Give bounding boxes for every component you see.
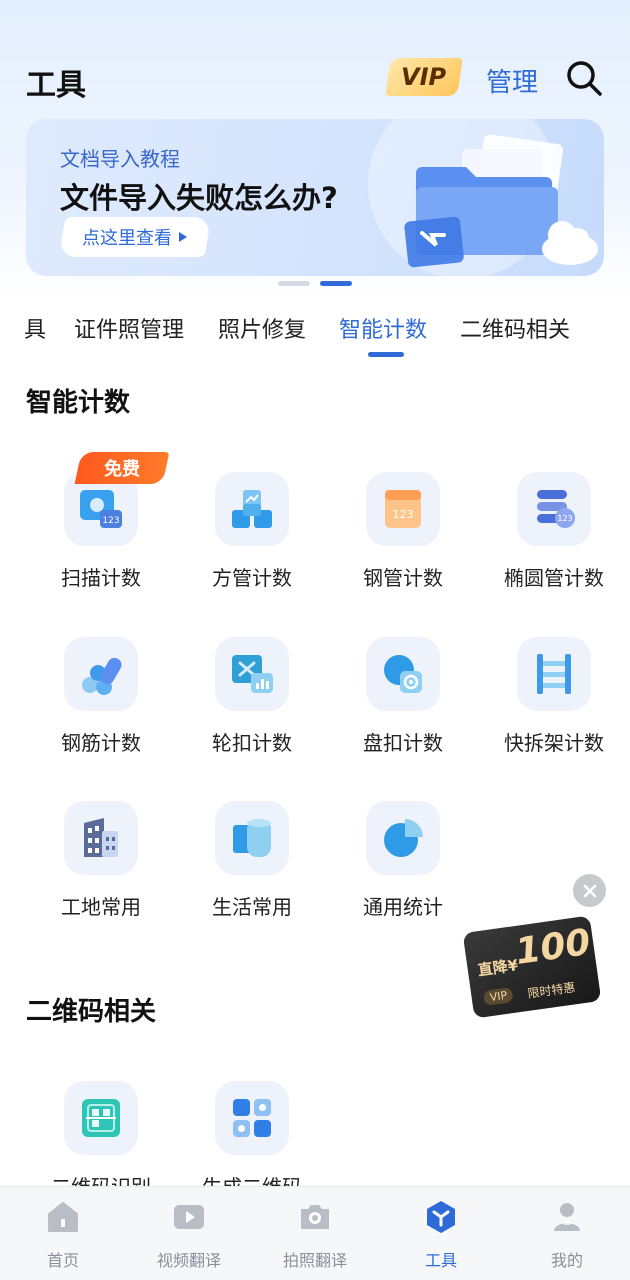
promo-amount: 100 [512, 921, 594, 973]
rebar-icon [82, 657, 122, 695]
oval-tube-icon: 123 [537, 490, 575, 528]
svg-text:123: 123 [393, 508, 414, 521]
banner-subtitle: 文档导入教程 [60, 147, 180, 171]
vip-button[interactable]: VIP [385, 58, 463, 96]
folder-illustration-icon [404, 134, 598, 268]
header: 工具 VIP 管理 [0, 48, 630, 108]
nav-label: 工具 [424, 1251, 457, 1270]
pagination-dot [278, 281, 310, 286]
home-icon [48, 1202, 78, 1232]
disc-buckle-icon [384, 655, 422, 693]
svg-text:123: 123 [102, 516, 119, 526]
promo-close-button[interactable] [573, 874, 606, 907]
tool-label: 钢筋计数 [61, 731, 141, 755]
building-icon [84, 818, 118, 857]
tutorial-banner[interactable]: 文档导入教程 文件导入失败怎么办? 点这里查看 [26, 119, 604, 276]
tool-steel-pipe-count[interactable]: 123 钢管计数 [328, 472, 478, 612]
nav-label: 拍照翻译 [282, 1251, 347, 1270]
vip-label: VIP [401, 63, 447, 91]
bottom-navigation: 首页 视频翻译 拍照翻译 工具 我的 [0, 1186, 630, 1280]
page-title: 工具 [26, 68, 86, 103]
active-tab-indicator [368, 352, 404, 357]
tool-construction-common[interactable]: 工地常用 [26, 801, 176, 941]
nav-tools[interactable]: 工具 [378, 1187, 504, 1280]
nav-home[interactable]: 首页 [0, 1187, 126, 1280]
tool-daily-common[interactable]: 生活常用 [177, 801, 327, 941]
tool-label: 扫描计数 [61, 566, 141, 590]
vip-discount-promo[interactable]: 直降¥ 100 VIP 限时特惠 [462, 915, 602, 1019]
pie-chart-icon [384, 819, 423, 857]
nav-label: 我的 [550, 1251, 583, 1270]
qr-generate-icon [233, 1099, 271, 1137]
tool-label: 生活常用 [212, 895, 292, 919]
pagination-dot-active [320, 281, 352, 286]
tab-qr-code[interactable]: 二维码相关 [460, 312, 570, 344]
nav-video-translate[interactable]: 视频翻译 [126, 1187, 252, 1280]
tool-square-tube-count[interactable]: 方管计数 [177, 472, 327, 612]
tool-general-stats[interactable]: 通用统计 [328, 801, 478, 941]
tool-label: 快拆架计数 [504, 731, 604, 755]
tool-label: 轮扣计数 [212, 731, 292, 755]
tool-disc-buckle-count[interactable]: 盘扣计数 [328, 637, 478, 777]
svg-text:123: 123 [557, 514, 572, 523]
tab-photo-repair[interactable]: 照片修复 [218, 312, 306, 344]
tab-smart-count[interactable]: 智能计数 [339, 312, 427, 344]
tool-label: 工地常用 [61, 895, 141, 919]
tool-scan-count[interactable]: 123 扫描计数 [26, 472, 176, 612]
tool-label: 椭圆管计数 [504, 566, 604, 590]
search-icon [567, 61, 602, 96]
tool-oval-tube-count[interactable]: 123 椭圆管计数 [479, 472, 629, 612]
steel-pipe-icon: 123 [385, 490, 421, 528]
section-title-smart-count: 智能计数 [26, 388, 131, 418]
video-icon [174, 1205, 204, 1229]
banner-pagination [278, 281, 358, 287]
nav-photo-translate[interactable]: 拍照翻译 [252, 1187, 378, 1280]
search-button[interactable] [562, 56, 606, 100]
free-badge: 免费 [74, 452, 170, 484]
qr-scan-icon [82, 1099, 120, 1137]
banner-button-label: 点这里查看 [82, 228, 172, 249]
nav-label: 首页 [46, 1251, 79, 1270]
free-badge-label: 免费 [104, 459, 140, 480]
banner-title: 文件导入失败怎么办? [60, 181, 338, 215]
tool-label: 方管计数 [212, 566, 292, 590]
scaffold-icon [537, 654, 571, 694]
tool-label: 通用统计 [363, 895, 443, 919]
manage-button[interactable]: 管理 [486, 62, 538, 99]
tool-rebar-count[interactable]: 钢筋计数 [26, 637, 176, 777]
tool-scaffold-count[interactable]: 快拆架计数 [479, 637, 629, 777]
tools-icon [427, 1201, 455, 1233]
promo-note: 限时特惠 [526, 980, 577, 1001]
scan-count-icon: 123 [80, 490, 122, 528]
tab-tools-partial[interactable]: 具 [24, 312, 46, 344]
banner-view-button[interactable]: 点这里查看 [58, 217, 212, 257]
wheel-buckle-icon [232, 655, 273, 693]
category-tabs: 具 证件照管理 照片修复 智能计数 二维码相关 [0, 308, 630, 358]
promo-prefix: 直降¥ [476, 956, 520, 980]
tab-id-photo[interactable]: 证件照管理 [74, 312, 184, 344]
camera-icon [301, 1205, 329, 1229]
close-icon [583, 884, 596, 897]
promo-vip-tag: VIP [482, 986, 515, 1006]
nav-label: 视频翻译 [156, 1251, 221, 1270]
tool-label: 钢管计数 [363, 566, 443, 590]
tool-label: 盘扣计数 [363, 731, 443, 755]
nav-profile[interactable]: 我的 [504, 1187, 630, 1280]
play-triangle-icon [179, 232, 187, 242]
profile-icon [554, 1203, 580, 1231]
square-tube-icon [232, 490, 272, 528]
tool-wheel-buckle-count[interactable]: 轮扣计数 [177, 637, 327, 777]
section-title-qr-code: 二维码相关 [26, 997, 157, 1027]
roll-icon [233, 819, 271, 857]
